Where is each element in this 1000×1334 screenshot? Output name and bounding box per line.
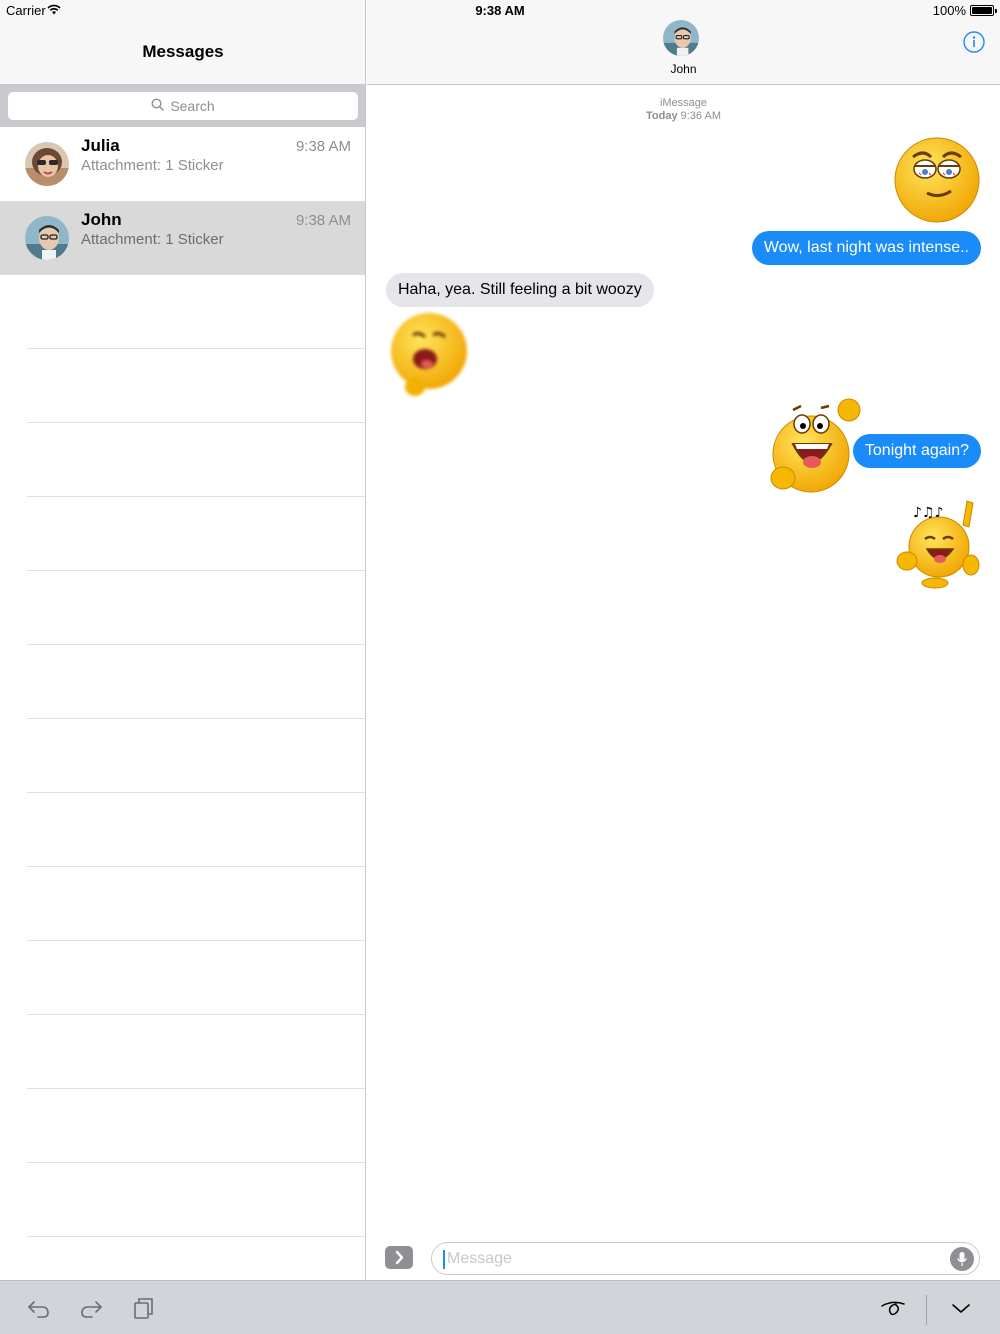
list-divider: [27, 571, 365, 645]
compose-bar: Message: [367, 1240, 1000, 1280]
chevron-right-icon[interactable]: [385, 1246, 413, 1269]
singing-emoji-sticker[interactable]: ♪♫♪: [895, 495, 983, 596]
outgoing-message[interactable]: Tonight again?: [852, 434, 981, 468]
handwriting-icon[interactable]: [878, 1296, 908, 1320]
timestamp-time: 9:36 AM: [680, 110, 721, 122]
conversation-name: John: [81, 210, 122, 229]
info-icon[interactable]: [963, 31, 985, 53]
contact-name[interactable]: John: [367, 62, 1000, 76]
battery-icon: [970, 5, 997, 16]
avatar: [25, 142, 69, 186]
conversation-preview: Attachment: 1 Sticker: [81, 231, 224, 248]
list-divider: [27, 275, 365, 349]
microphone-icon[interactable]: [950, 1247, 974, 1271]
dizzy-emoji-sticker[interactable]: [385, 309, 471, 406]
conversation-time: 9:38 AM: [295, 138, 351, 155]
conversation-john[interactable]: John Attachment: 1 Sticker 9:38 AM: [0, 201, 365, 275]
conversation-name: Julia: [81, 136, 120, 155]
conversation-list-pane: Messages Search Julia Attachment: 1 Stic…: [0, 0, 366, 1280]
search-placeholder: Search: [170, 98, 215, 114]
list-divider: [27, 1089, 365, 1163]
list-divider: [27, 941, 365, 1015]
search-input[interactable]: Search: [8, 92, 358, 120]
list-divider: [27, 497, 365, 571]
paste-icon[interactable]: [132, 1296, 158, 1320]
incoming-message[interactable]: Haha, yea. Still feeling a bit woozy: [386, 273, 654, 307]
list-divider: [27, 349, 365, 423]
avatar: [25, 216, 69, 260]
text-caret: [443, 1250, 445, 1269]
contact-avatar[interactable]: [663, 20, 699, 56]
list-divider: [27, 423, 365, 497]
battery-percentage: 100%: [932, 3, 966, 18]
toolbar-separator: [926, 1295, 927, 1325]
message-thread: iMessage Today 9:36 AM Wow, last night w…: [367, 85, 1000, 1240]
list-divider: [27, 719, 365, 793]
outgoing-message[interactable]: Wow, last night was intense..: [751, 231, 981, 265]
service-name: iMessage: [659, 97, 708, 109]
list-divider: [27, 1015, 365, 1089]
status-time: 9:38 AM: [475, 3, 525, 18]
list-divider: [27, 793, 365, 867]
excited-waving-emoji-sticker[interactable]: [769, 396, 865, 499]
thread-timestamp: Today 9:36 AM: [367, 110, 1000, 123]
thread-service-label: iMessage Today 9:36 AM: [367, 97, 1000, 123]
message-input[interactable]: Message: [431, 1242, 980, 1275]
conversation-julia[interactable]: Julia Attachment: 1 Sticker 9:38 AM: [0, 127, 365, 201]
sidebar-title: Messages: [142, 42, 224, 61]
list-divider: [27, 867, 365, 941]
empty-list-rows: [0, 275, 365, 1237]
search-icon: [151, 98, 165, 114]
conversation-time: 9:38 AM: [295, 212, 351, 229]
status-bar: Carrier 9:38 AM 100%: [0, 0, 1000, 22]
dismiss-keyboard-icon[interactable]: [948, 1296, 974, 1320]
timestamp-day: Today: [646, 110, 678, 122]
sleepy-emoji-sticker[interactable]: [893, 135, 981, 230]
message-placeholder: Message: [447, 1250, 512, 1267]
conversation-list: Julia Attachment: 1 Sticker 9:38 AM John…: [0, 127, 365, 275]
redo-icon[interactable]: [78, 1296, 104, 1320]
conversation-preview: Attachment: 1 Sticker: [81, 157, 224, 174]
search-bar: Search: [0, 85, 365, 127]
list-divider: [27, 1163, 365, 1237]
keyboard-shortcut-bar: [0, 1280, 1000, 1334]
list-divider: [27, 645, 365, 719]
undo-icon[interactable]: [26, 1296, 52, 1320]
